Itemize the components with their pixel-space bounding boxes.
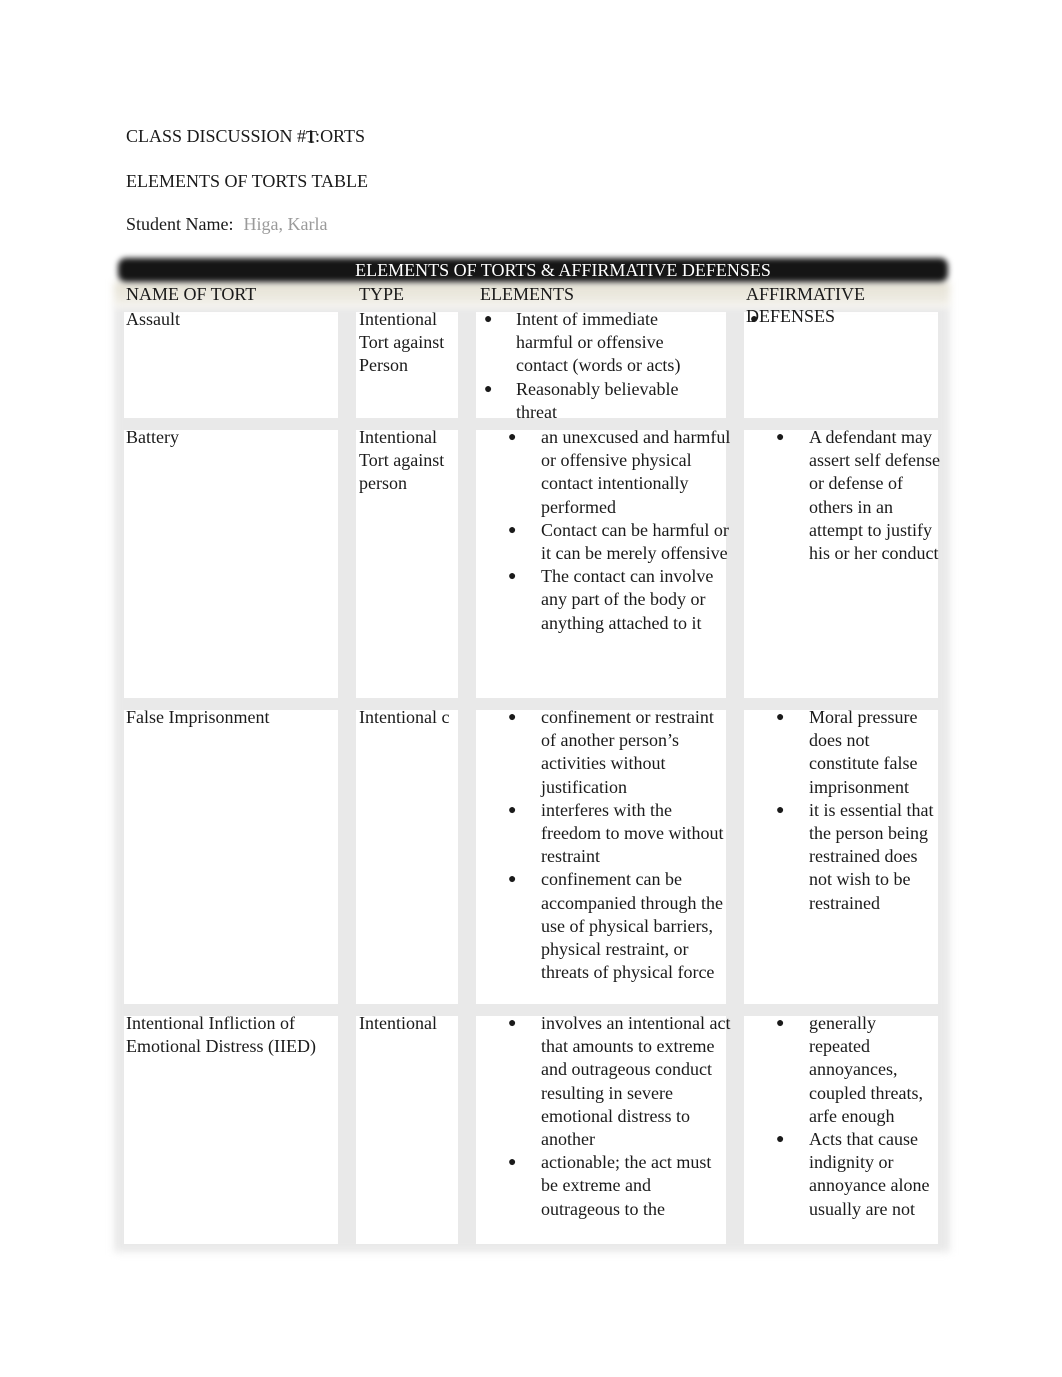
bullet-icon: ● — [776, 1016, 785, 1031]
elements-cell-list: ● an unexcused and harmful or offensive p… — [508, 426, 731, 635]
tort-type-cell: Intentional Tort against Person — [359, 309, 445, 376]
title-suffix: ORTS — [320, 126, 365, 146]
bullet-icon: ● — [508, 1016, 517, 1031]
tort-name-cell: False Imprisonment — [126, 707, 270, 727]
tort-type-cell: Intentional — [359, 1013, 437, 1033]
bullet-item: ● The contact can involve any part of the… — [508, 565, 731, 635]
tort-type-cell: Intentional Tort against person — [359, 427, 445, 494]
bullet-text: A defendant may assert self defense or d… — [809, 427, 940, 564]
tort-name-cell: Intentional Infliction of Emotional Dist… — [126, 1013, 316, 1057]
bullet-icon: ● — [776, 1132, 785, 1148]
bullet-text: Acts that cause indignity or annoyance a… — [809, 1129, 930, 1219]
bullet-icon: ● — [508, 710, 517, 725]
bullet-text: actionable; the act must be extreme and … — [541, 1152, 712, 1219]
column-header-type: TYPE — [359, 284, 404, 304]
bullet-item: ● actionable; the act must be extreme and… — [508, 1151, 731, 1221]
column-header-name: NAME OF TORT — [126, 284, 257, 304]
bullet-item: ● Acts that cause indignity or annoyance … — [776, 1128, 941, 1221]
bullet-text: confinement or restraint of another pers… — [541, 707, 714, 797]
bullet-text: generally repeated annoyances, coupled t… — [809, 1013, 923, 1126]
tort-type-cell: Intentional c — [359, 707, 450, 727]
tort-name-cell: Assault — [126, 309, 180, 329]
table-title: ELEMENTS OF TORTS & AFFIRMATIVE DEFENSES — [355, 260, 771, 280]
title-overlap-b: T — [306, 127, 318, 147]
bullet-icon: ● — [484, 381, 493, 397]
bullet-icon: ● — [508, 569, 517, 585]
table-cell-background — [356, 1016, 458, 1244]
bullet-icon: ● — [508, 522, 517, 538]
elements-cell: ● an unexcused and harmful or offensive p… — [508, 426, 731, 635]
bullet-icon: ● — [508, 1155, 517, 1171]
elements-cell: ● Intent of immediate harmful or offensiv… — [484, 308, 706, 424]
bullet-icon: ● — [776, 430, 785, 445]
bullet-text: confinement can be accompanied through t… — [541, 869, 723, 983]
defenses-cell: ● Moral pressure does not constitute fals… — [776, 706, 941, 915]
bullet-icon: ● — [484, 312, 493, 327]
bullet-item: ● Reasonably believable threat — [484, 378, 706, 424]
column-header-elements: ELEMENTS — [480, 284, 574, 304]
bullet-icon: ● — [508, 872, 517, 888]
elements-cell: ● involves an intentional act that amount… — [508, 1012, 731, 1221]
bullet-icon: ● — [776, 710, 785, 725]
defenses-cell: ● generally repeated annoyances, coupled … — [776, 1012, 941, 1221]
bullet-item: ● A defendant may assert self defense or … — [776, 426, 941, 565]
elements-cell-list: ● Intent of immediate harmful or offensiv… — [484, 308, 706, 424]
bullet-text: The contact can involve any part of the … — [541, 566, 714, 633]
student-name-line: Student Name: Higa, Karla — [126, 213, 327, 235]
elements-cell-list: ● involves an intentional act that amount… — [508, 1012, 731, 1221]
bullet-item: ● Moral pressure does not constitute fals… — [776, 706, 941, 799]
bullet-icon: ● — [508, 430, 517, 445]
bullet-icon: ● — [508, 802, 517, 818]
torts-table: ELEMENTS OF TORTS & AFFIRMATIVE DEFENSES… — [114, 258, 950, 1252]
bullet-item: ● generally repeated annoyances, coupled … — [776, 1012, 941, 1128]
student-name-label: Student Name: — [126, 214, 234, 234]
bullet-text: Moral pressure does not constitute false… — [809, 707, 918, 797]
table-cell-background — [124, 430, 338, 698]
bullet-item: ● Intent of immediate harmful or offensiv… — [484, 308, 706, 378]
bullet-item: ● interferes with the freedom to move wit… — [508, 799, 731, 869]
bullet-text: Contact can be harmful or it can be mere… — [541, 519, 729, 564]
student-name-value[interactable]: Higa, Karla — [243, 214, 327, 234]
bullet-icon: ● — [750, 312, 759, 327]
bullet-item: ● an unexcused and harmful or offensive p… — [508, 426, 731, 519]
document-subtitle: ELEMENTS OF TORTS TABLE — [126, 171, 368, 191]
defenses-cell: ● A defendant may assert self defense or … — [776, 426, 941, 565]
title-overlap: 1: T — [306, 126, 320, 147]
tort-name-cell: Battery — [126, 427, 179, 447]
defenses-cell-list: ● A defendant may assert self defense or … — [776, 426, 941, 565]
bullet-text: Intent of immediate harmful or offensive… — [516, 309, 681, 376]
defenses-cell-list: ● Moral pressure does not constitute fals… — [776, 706, 941, 915]
table-cell-background — [356, 710, 458, 1004]
bullet-text: Reasonably believable threat — [516, 378, 679, 422]
defenses-cell-list: ● generally repeated annoyances, coupled … — [776, 1012, 941, 1221]
column-header-defenses: AFFIRMATIVE DEFENSES — [746, 284, 866, 326]
table-cell-background — [744, 312, 938, 418]
bullet-text: interferes with the freedom to move with… — [541, 799, 724, 867]
bullet-item: ● it is essential that the person being r… — [776, 799, 941, 915]
bullet-item: ● Contact can be harmful or it can be mer… — [508, 519, 731, 565]
elements-cell-list: ● confinement or restraint of another per… — [508, 706, 731, 984]
bullet-text: involves an intentional act that amounts… — [541, 1013, 731, 1150]
bullet-text: an unexcused and harmful or offensive ph… — [541, 427, 731, 517]
table-cell-background — [124, 710, 338, 1004]
bullet-item: ● involves an intentional act that amount… — [508, 1012, 731, 1151]
bullet-item: ● confinement can be accompanied through … — [508, 868, 731, 984]
document-title: CLASS DISCUSSION #1: T ORTS — [126, 125, 365, 147]
bullet-icon: ● — [776, 802, 785, 818]
bullet-text: it is essential that the person being re… — [809, 799, 934, 913]
elements-cell: ● confinement or restraint of another per… — [508, 706, 731, 984]
title-prefix: CLASS DISCUSSION # — [126, 126, 307, 146]
bullet-item: ● confinement or restraint of another per… — [508, 706, 731, 799]
